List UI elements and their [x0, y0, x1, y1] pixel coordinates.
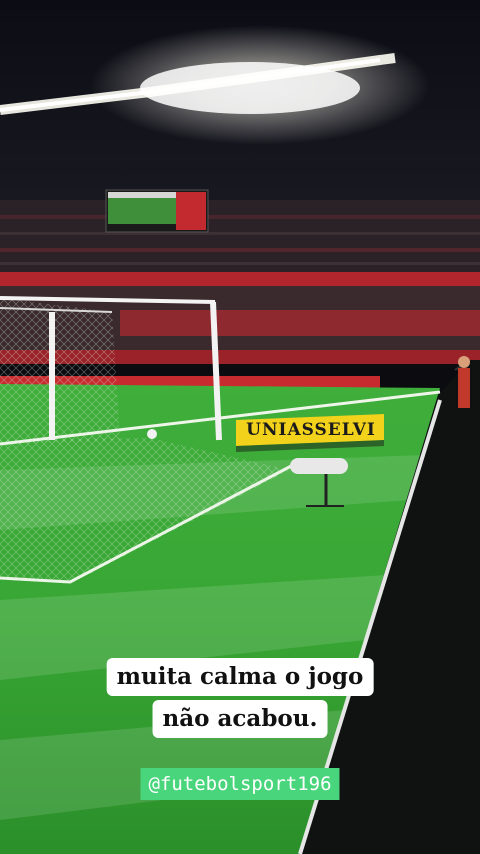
stadium-scoreboard [105, 189, 209, 233]
caption-line-2: não acabou. [152, 700, 328, 738]
ball [147, 429, 157, 439]
red-seats-block [120, 310, 480, 336]
ad-board-text: UNIASSELVI [246, 420, 376, 440]
red-band-upper [0, 272, 480, 286]
caption-line-1: muita calma o jogo [106, 658, 374, 696]
spectators-right [458, 356, 470, 408]
social-handle: @futebolsport196 [140, 768, 340, 800]
upper-stand [0, 200, 480, 280]
